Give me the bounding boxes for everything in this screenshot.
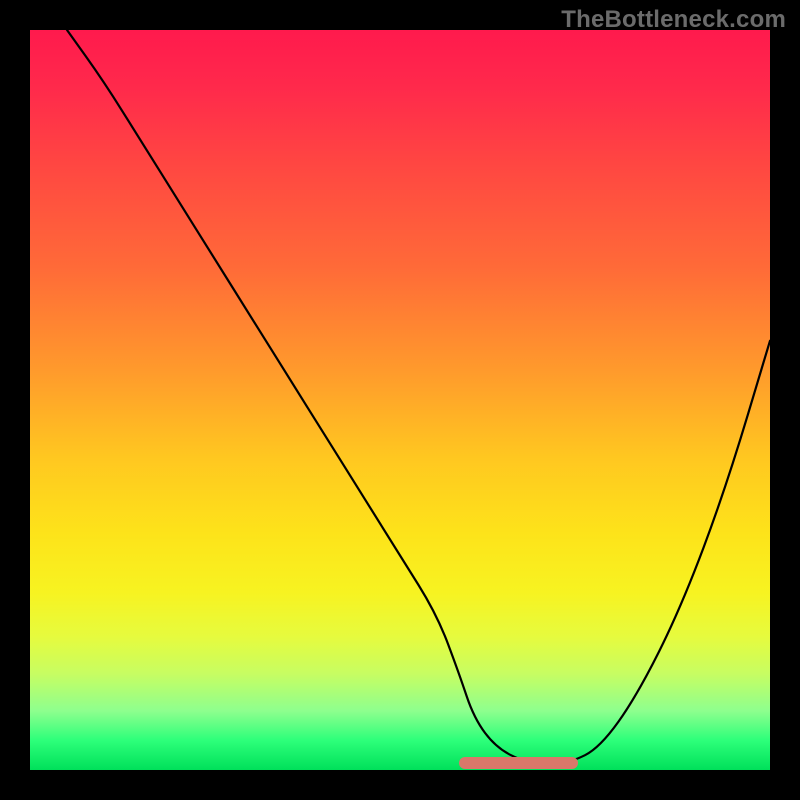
bottleneck-curve (30, 30, 770, 770)
chart-frame: TheBottleneck.com (0, 0, 800, 800)
plot-area (30, 30, 770, 770)
watermark-text: TheBottleneck.com (561, 6, 786, 34)
highlight-segment (459, 757, 577, 769)
curve-path (67, 30, 770, 763)
